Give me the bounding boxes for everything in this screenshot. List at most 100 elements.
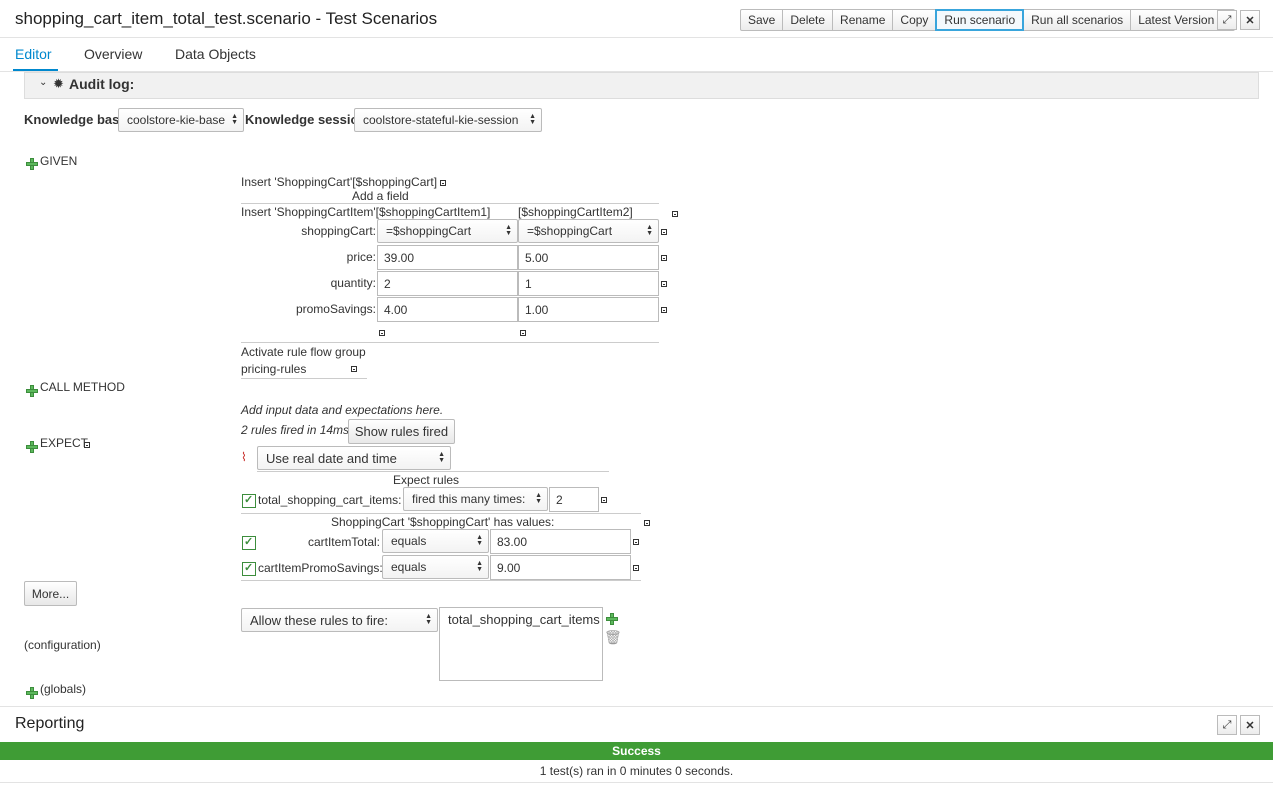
run-all-scenarios-button[interactable]: Run all scenarios [1023,9,1132,31]
rule-operator-select[interactable]: fired this many times: ▲ ▼ [403,487,548,511]
bottom-divider [0,782,1273,783]
add-field-link[interactable]: Add a field [352,189,409,203]
rule-count-input[interactable]: 2 [549,487,599,512]
activate-rule-flow-label: Activate rule flow group [241,345,366,359]
field-check-icon [242,535,256,550]
given-divider [241,342,659,343]
select-arrow-icon: ▲ ▼ [438,451,445,464]
test-summary: 1 test(s) ran in 0 minutes 0 seconds. [539,764,734,778]
insert-items-label: Insert 'ShoppingCartItem'[$shoppingCartI… [241,205,491,219]
remove-activation-icon[interactable] [351,366,357,372]
audit-log-label: Audit log: [69,76,135,92]
add-input-hint: Add input data and expectations here. [241,403,444,417]
remove-items-icon[interactable] [672,211,678,217]
activation-divider [241,378,367,379]
rename-button[interactable]: Rename [832,9,894,31]
add-expect-icon[interactable] [26,441,38,453]
rule-operator-value: fired this many times: [412,492,526,506]
select-arrow-icon: ▲ ▼ [646,224,653,237]
remove-expect-icon[interactable] [84,442,90,448]
remove-field-icon[interactable] [661,281,667,287]
knowledge-base-label: Knowledge base [24,112,127,127]
page-title: shopping_cart_item_total_test.scenario -… [15,9,438,28]
tab-overview[interactable]: Overview [84,46,142,62]
price-input-1[interactable]: 39.00 [377,245,518,270]
remove-check-icon[interactable] [633,539,639,545]
remove-fact-expect-icon[interactable] [644,520,650,526]
rules-list-item[interactable]: total_shopping_cart_items [448,612,600,627]
shoppingcart-value-1: =$shoppingCart [386,224,472,238]
save-button[interactable]: Save [740,9,784,31]
insert-cart-label: Insert 'ShoppingCart'[$shoppingCart] [241,175,438,189]
chevron-down-icon[interactable]: ⌄ [39,77,47,88]
expect-divider [241,513,641,514]
remove-column-icon[interactable] [379,330,385,336]
audit-log-bar[interactable]: ⌄ ✹ Audit log: [24,72,1259,99]
tab-editor[interactable]: Editor [15,46,52,62]
given-label: GIVEN [40,154,78,168]
item2-header: [$shoppingCartItem2] [518,205,633,219]
select-arrow-icon: ▲ ▼ [505,224,512,237]
remove-field-icon[interactable] [661,307,667,313]
expand-icon[interactable]: ⤢ [1217,715,1237,735]
quantity-input-1[interactable]: 2 [377,271,518,296]
remove-field-icon[interactable] [661,229,667,235]
select-arrow-icon: ▲ ▼ [476,560,483,573]
run-scenario-button[interactable]: Run scenario [935,9,1025,31]
promosavings-operator-select[interactable]: equals ▲ ▼ [382,555,489,579]
select-arrow-icon: ▲ ▼ [535,492,542,505]
expand-icon[interactable]: ⤢ [1217,10,1237,30]
promosavings-input-1[interactable]: 4.00 [377,297,518,322]
shoppingcart-select-1[interactable]: =$shoppingCart ▲ ▼ [377,219,518,243]
promosavings-operator-value: equals [391,560,427,574]
add-call-method-icon[interactable] [26,385,38,397]
show-rules-fired-button[interactable]: Show rules fired [348,419,455,444]
add-given-icon[interactable] [26,158,38,170]
expect-divider [241,580,641,581]
configuration-label: (configuration) [24,638,101,652]
shoppingcart-select-2[interactable]: =$shoppingCart ▲ ▼ [518,219,659,243]
trash-icon[interactable]: 🗑 [604,629,622,646]
select-arrow-icon: ▲ ▼ [476,534,483,547]
promosavings-input-2[interactable]: 1.00 [518,297,659,322]
call-method-label: CALL METHOD [40,380,125,394]
knowledge-base-select[interactable]: coolstore-kie-base ▲ ▼ [118,108,244,132]
expect-label: EXPECT [40,436,89,450]
more-button[interactable]: More... [24,581,77,606]
globals-label: (globals) [40,682,87,696]
select-arrow-icon: ▲ ▼ [529,113,536,126]
version-label: Latest Version [1138,13,1215,27]
add-globals-icon[interactable] [26,687,38,699]
header-divider [0,37,1273,38]
editor-toolbar: Save Delete Rename Copy Run scenario Run… [740,9,1235,31]
field-name-promosavings: promoSavings: [295,302,376,316]
tab-data-objects[interactable]: Data Objects [175,46,256,62]
promosavings-value-input[interactable]: 9.00 [490,555,631,580]
remove-field-icon[interactable] [661,255,667,261]
rules-mode-select[interactable]: Allow these rules to fire: ▲ ▼ [241,608,438,632]
check-name-carttotal: cartItemTotal: [307,535,380,549]
rules-listbox[interactable]: total_shopping_cart_items [439,607,603,681]
given-divider [241,203,659,204]
shoppingcart-value-2: =$shoppingCart [527,224,613,238]
delete-button[interactable]: Delete [782,9,834,31]
knowledge-session-select[interactable]: coolstore-stateful-kie-session ▲ ▼ [354,108,542,132]
remove-column-icon[interactable] [520,330,526,336]
quantity-input-2[interactable]: 1 [518,271,659,296]
close-icon[interactable]: ✕ [1240,715,1260,735]
field-name-shoppingcart: shoppingCart: [301,224,376,238]
date-time-icon: ⌇ [241,450,247,464]
remove-check-icon[interactable] [633,565,639,571]
price-input-2[interactable]: 5.00 [518,245,659,270]
date-time-value: Use real date and time [266,450,397,466]
carttotal-operator-select[interactable]: equals ▲ ▼ [382,529,489,553]
has-values-header: ShoppingCart '$shoppingCart' has values: [331,515,555,529]
copy-button[interactable]: Copy [892,9,937,31]
remove-rule-expect-icon[interactable] [601,497,607,503]
carttotal-value-input[interactable]: 83.00 [490,529,631,554]
date-time-select[interactable]: Use real date and time ▲ ▼ [257,446,451,470]
knowledge-session-value: coolstore-stateful-kie-session [363,113,519,127]
remove-cart-icon[interactable] [440,180,446,186]
add-rule-icon[interactable] [606,613,618,625]
close-icon[interactable]: ✕ [1240,10,1260,30]
